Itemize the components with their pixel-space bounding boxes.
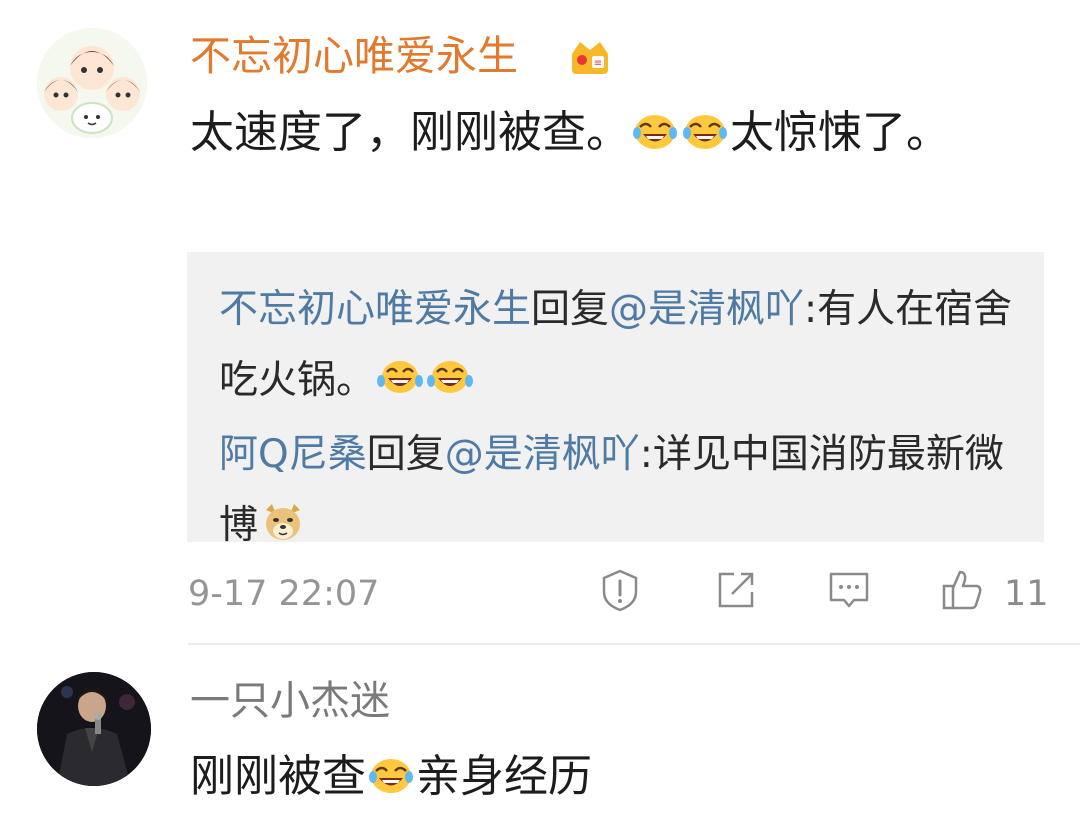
reply-item[interactable]: 不忘初心唯爱永生回复@是清枫吖:有人在宿舍吃火锅。	[219, 274, 1019, 416]
laugh-cry-emoji	[632, 111, 678, 151]
avatar-comment1[interactable]	[37, 28, 147, 138]
like-icon[interactable]	[940, 568, 984, 612]
crown-vip-icon: ≡	[572, 42, 608, 74]
comment-timestamp: 9-17 22:07	[188, 574, 380, 614]
laugh-cry-emoji	[368, 755, 414, 795]
reply-mention[interactable]: @是清枫吖	[609, 287, 804, 332]
reply-verb: 回复	[366, 432, 445, 477]
reply-verb: 回复	[531, 287, 610, 332]
reply-username[interactable]: 不忘初心唯爱永生	[219, 287, 531, 332]
avatar-singer-photo	[37, 672, 151, 786]
replies-box[interactable]: 不忘初心唯爱永生回复@是清枫吖:有人在宿舍吃火锅。 阿Q尼桑回复@是清枫吖:详见…	[187, 252, 1044, 548]
reply-item[interactable]: 阿Q尼桑回复@是清枫吖:详见中国消防最新微博	[219, 419, 1019, 561]
comment1-action-bar: 9-17 22:07 11	[188, 568, 1049, 620]
laugh-cry-emoji	[682, 111, 728, 151]
comment-icon[interactable]	[827, 568, 871, 612]
comment2-text-b: 亲身经历	[416, 751, 592, 802]
reply-username[interactable]: 阿Q尼桑	[219, 432, 367, 477]
share-icon[interactable]	[714, 568, 758, 612]
comment2-username[interactable]: 一只小杰迷	[190, 675, 390, 727]
comment2-text-a: 刚刚被查	[190, 751, 366, 802]
comment-divider	[188, 643, 1080, 645]
laugh-cry-emoji	[427, 357, 474, 397]
avatar-cartoon-image	[37, 28, 147, 138]
comment2-text: 刚刚被查 亲身经历	[190, 740, 1040, 814]
like-count: 11	[1004, 574, 1049, 614]
comment1-username[interactable]: 不忘初心唯爱永生	[190, 30, 518, 82]
doge-emoji	[260, 502, 306, 542]
report-icon[interactable]	[598, 568, 642, 612]
laugh-cry-emoji	[377, 357, 424, 397]
svg-text:≡: ≡	[594, 58, 602, 69]
avatar-comment2[interactable]	[37, 672, 151, 786]
reply-mention[interactable]: @是清枫吖	[445, 432, 640, 477]
comment1-text-a: 太速度了，刚刚被查。	[190, 107, 630, 158]
comment1-text-b: 太惊悚了。	[730, 107, 950, 158]
comment1-text: 太速度了，刚刚被查。 太惊悚了。	[190, 96, 1020, 170]
